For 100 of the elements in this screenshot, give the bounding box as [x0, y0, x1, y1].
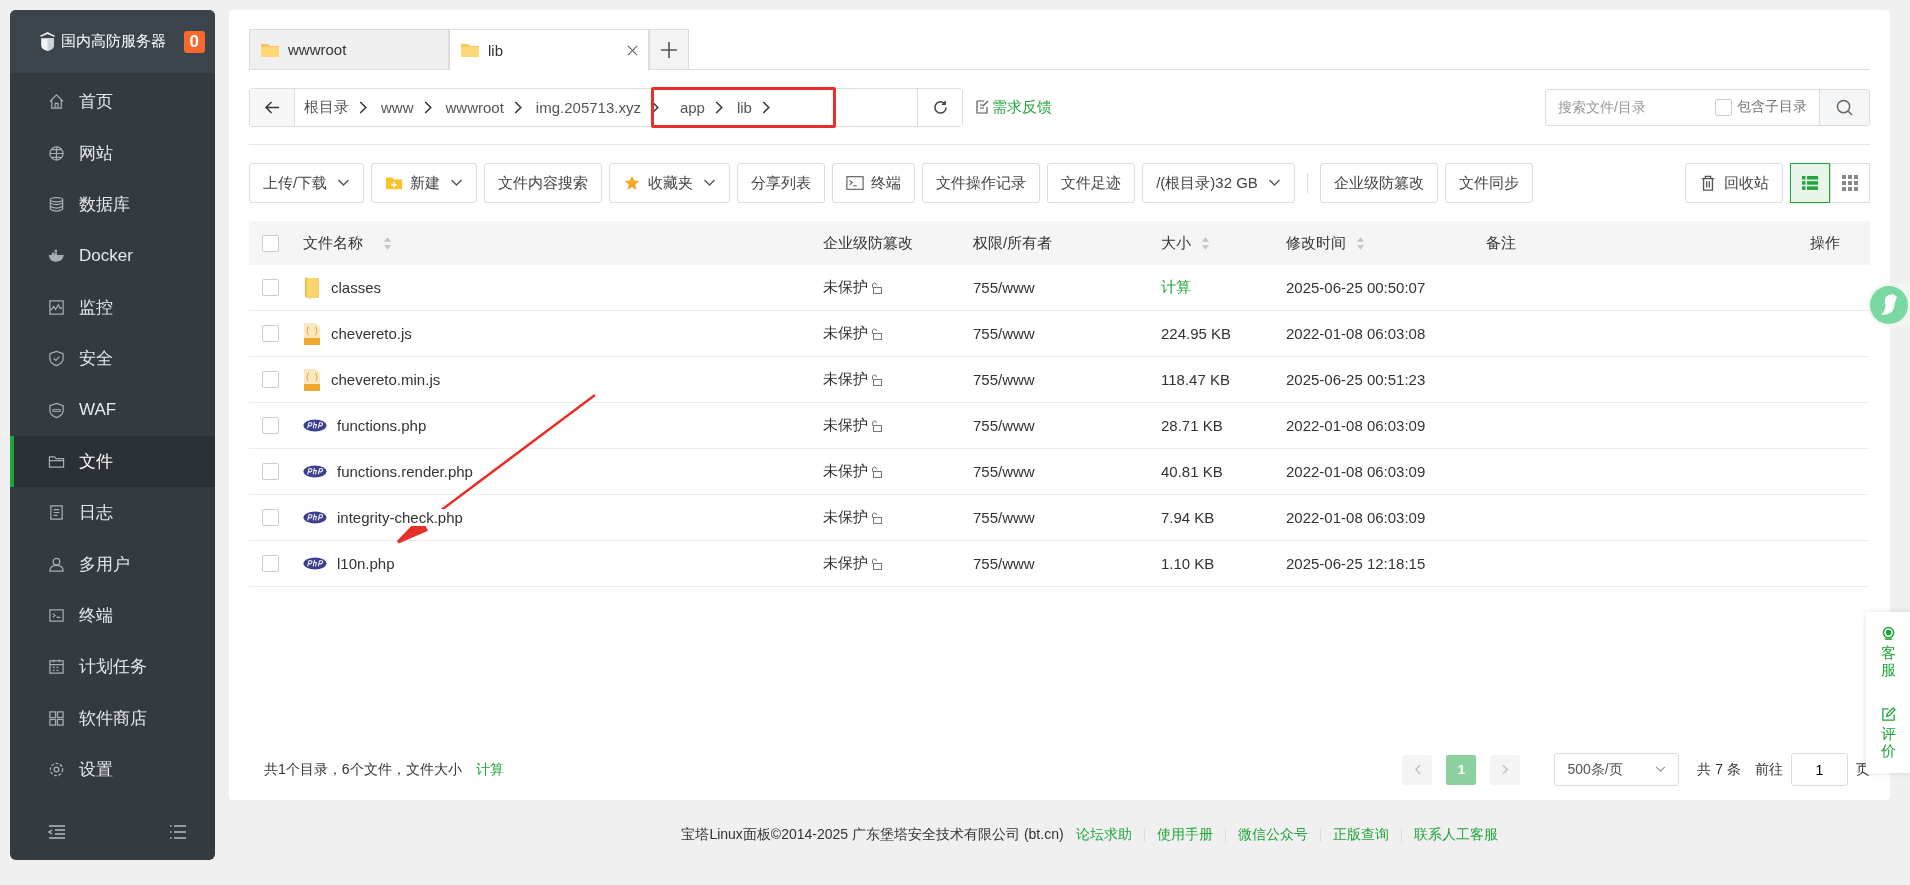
unlock-icon[interactable]	[870, 511, 882, 524]
row-checkbox[interactable]	[262, 279, 279, 296]
collapse-icon[interactable]	[48, 824, 66, 840]
document-icon	[48, 504, 65, 522]
nav-item[interactable]: 首页	[10, 76, 215, 128]
folder-plus-icon	[385, 175, 404, 191]
file-name[interactable]: l10n.php	[337, 555, 395, 572]
row-checkbox[interactable]	[262, 463, 279, 480]
nav-item[interactable]: 日志	[10, 487, 215, 539]
column-header[interactable]: 文件名称	[303, 233, 363, 253]
nav-item[interactable]: Docker	[10, 230, 215, 282]
column-header[interactable]: 修改时间	[1286, 233, 1346, 251]
shield-icon	[48, 401, 65, 419]
sort-icon[interactable]	[1356, 236, 1365, 252]
nav-item[interactable]: 软件商店	[10, 692, 215, 745]
path-segment[interactable]: wwwroot	[437, 98, 514, 116]
nav-item[interactable]: 数据库	[10, 178, 215, 231]
row-checkbox[interactable]	[262, 325, 279, 342]
toolbar-button[interactable]: 文件操作记录	[922, 163, 1041, 203]
file-size: 1.10 KB	[1161, 555, 1215, 572]
search-button[interactable]	[1819, 89, 1869, 125]
unlock-icon[interactable]	[870, 373, 882, 386]
modified-time: 2022-01-08 06:03:09	[1286, 463, 1427, 480]
modified-time: 2025-06-25 12:18:15	[1286, 555, 1427, 572]
nav-item[interactable]: WAF	[10, 384, 215, 436]
nav-item[interactable]: 监控	[10, 281, 215, 333]
row-checkbox[interactable]	[262, 509, 279, 526]
toolbar-button[interactable]: 文件同步	[1444, 163, 1533, 203]
back-button[interactable]	[250, 88, 295, 126]
unlock-icon[interactable]	[870, 281, 882, 294]
toolbar-button[interactable]: 文件内容搜索	[484, 163, 603, 203]
modified-time: 2025-06-25 00:50:07	[1286, 279, 1427, 296]
column-header: 权限/所有者	[973, 233, 1053, 251]
toolbar-button[interactable]: 收藏夹	[609, 163, 731, 203]
path-segment[interactable]: img.205713.xyz	[527, 98, 651, 116]
nav-item[interactable]: 网站	[10, 127, 215, 179]
unlock-icon[interactable]	[870, 419, 882, 432]
toolbar-button[interactable]: /(根目录)32 GB	[1142, 163, 1295, 203]
path-segment[interactable]: www	[373, 98, 424, 116]
folder-tab[interactable]: lib	[449, 29, 649, 70]
toolbar-button[interactable]: 终端	[832, 163, 916, 203]
permission-cell-text: 755/www	[973, 417, 1036, 434]
row-checkbox[interactable]	[262, 555, 279, 572]
terminal-icon	[48, 607, 65, 625]
page-input[interactable]: 1	[1791, 753, 1848, 786]
file-name[interactable]: chevereto.js	[331, 325, 412, 342]
toolbar-button[interactable]: 企业级防篡改	[1319, 163, 1438, 203]
column-header[interactable]: 大小	[1161, 233, 1191, 251]
file-name[interactable]: functions.render.php	[337, 463, 473, 480]
protection-status: 未保护	[823, 554, 868, 573]
folder-tab[interactable]: wwwroot	[249, 29, 449, 69]
database-icon	[48, 195, 65, 213]
star-icon	[623, 175, 642, 191]
row-checkbox[interactable]	[262, 417, 279, 434]
permission-cell-text: 755/www	[973, 463, 1036, 480]
nav-item[interactable]: 多用户	[10, 538, 215, 590]
nav-item[interactable]: 计划任务	[10, 641, 215, 693]
toolbar-button[interactable]: 分享列表	[737, 163, 826, 203]
add-tab-button[interactable]	[649, 29, 689, 69]
unlock-icon[interactable]	[870, 327, 882, 340]
file-name[interactable]: chevereto.min.js	[331, 371, 441, 388]
select-all-checkbox[interactable]	[262, 234, 279, 252]
toolbar-button[interactable]: 文件足迹	[1047, 163, 1136, 203]
nav-item[interactable]: 设置	[10, 744, 215, 796]
list-view-button[interactable]	[1790, 163, 1830, 203]
php-file-icon	[303, 419, 327, 432]
toolbar-button[interactable]: 新建	[371, 163, 478, 203]
copyright-text: 宝塔Linux面板©2014-2025 广东堡塔安全技术有限公司 (bt.cn)	[681, 826, 1064, 844]
modified-time: 2025-06-25 00:51:23	[1286, 371, 1427, 388]
plus-icon	[661, 41, 677, 58]
refresh-button[interactable]	[917, 88, 962, 126]
menu-icon[interactable]	[169, 824, 187, 840]
path-segment[interactable]: 根目录	[295, 97, 359, 117]
nav-item[interactable]: 文件	[10, 435, 215, 488]
protection-status: 未保护	[823, 324, 868, 343]
folder-icon	[260, 41, 280, 58]
file-size: 224.95 KB	[1161, 325, 1232, 342]
toolbar-button[interactable]: 上传/下载	[249, 163, 365, 203]
grid-view-button[interactable]	[1830, 163, 1870, 203]
sort-icon[interactable]	[1201, 236, 1210, 252]
unlock-icon[interactable]	[870, 557, 882, 570]
page-size-select[interactable]: 500条/页	[1554, 753, 1680, 786]
file-name[interactable]: functions.php	[337, 417, 427, 434]
row-checkbox[interactable]	[262, 371, 279, 388]
globe-icon	[48, 144, 65, 162]
recycle-bin-button[interactable]: 回收站	[1685, 163, 1783, 203]
sort-icon[interactable]	[383, 235, 392, 251]
chevron-right-icon	[761, 100, 770, 114]
nav-item[interactable]: 终端	[10, 589, 215, 642]
file-name[interactable]: classes	[331, 279, 382, 296]
goto-label: 前往	[1755, 760, 1783, 779]
close-icon[interactable]	[627, 44, 638, 56]
caret-icon	[337, 179, 351, 187]
include-subdirectory-checkbox[interactable]: 包含子目录	[1715, 98, 1819, 116]
path-segment[interactable]: app	[670, 98, 715, 116]
path-segment[interactable]: lib	[728, 98, 762, 116]
search-field[interactable]: 搜索文件/目录 包含子目录	[1545, 88, 1870, 126]
file-name[interactable]: integrity-check.php	[337, 509, 463, 526]
nav-item[interactable]: 安全	[10, 332, 215, 385]
unlock-icon[interactable]	[870, 465, 882, 478]
